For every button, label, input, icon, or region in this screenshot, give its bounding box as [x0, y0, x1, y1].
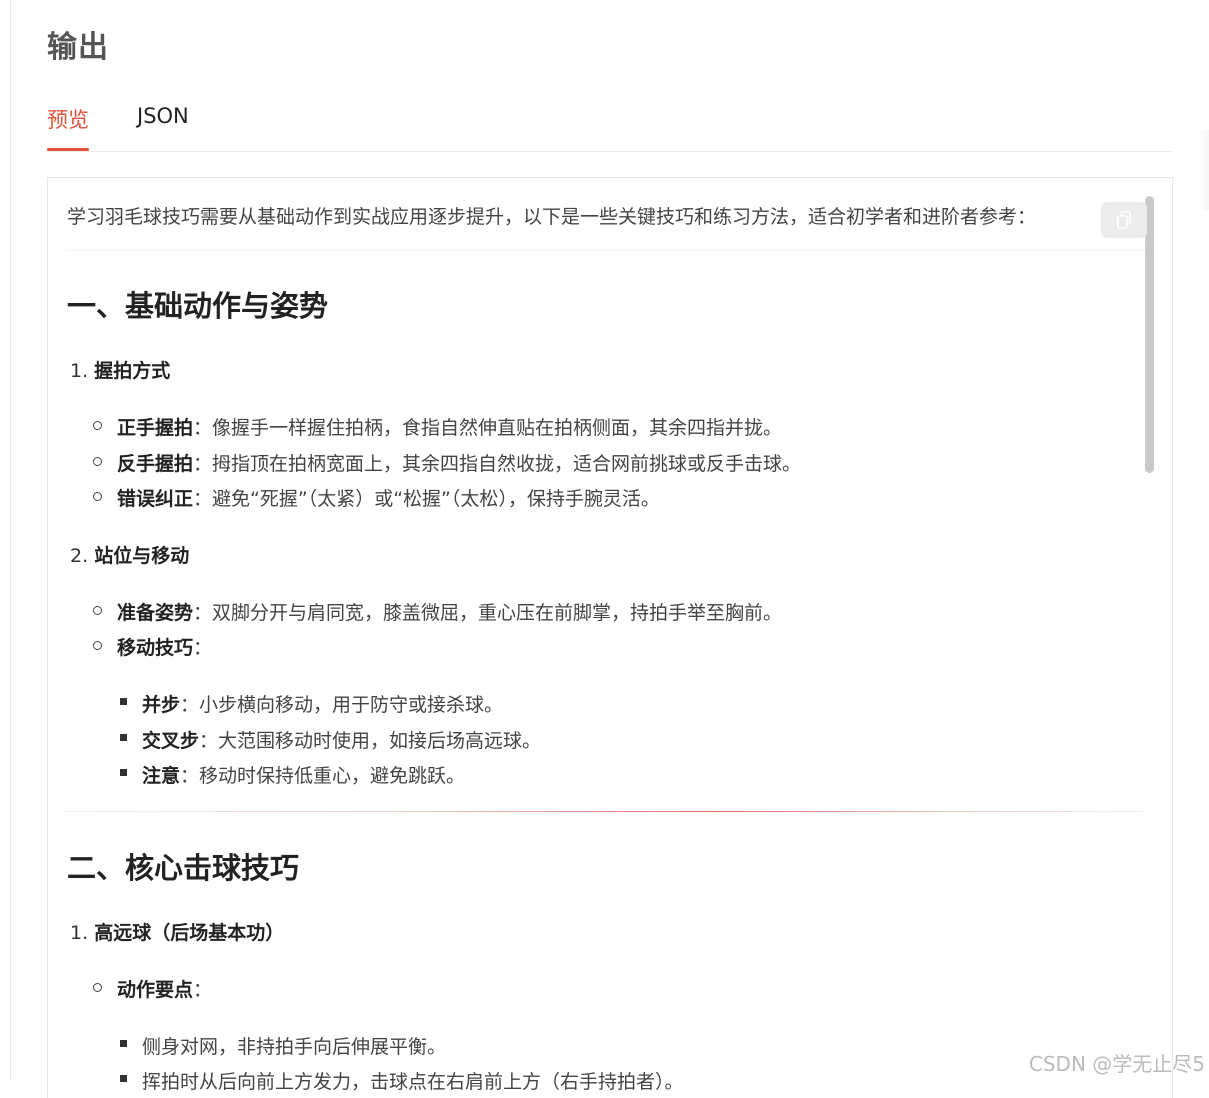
list-item: 准备姿势：双脚分开与肩同宽，膝盖微屈，重心压在前脚掌，持拍手举至胸前。 [117, 598, 782, 625]
tab-preview[interactable]: 预览 [47, 104, 89, 151]
list-sep: ： [193, 637, 213, 659]
item-number: 1. [70, 360, 89, 382]
list-item: 正手握拍：像握手一样握住拍柄，食指自然伸直贴在拍柄侧面，其余四指并拢。 [117, 413, 782, 440]
scrollbar-thumb[interactable] [1145, 196, 1154, 473]
list-sep: ： [193, 979, 213, 1001]
bullet-square [120, 698, 127, 705]
list-sep: ： [180, 694, 200, 716]
list-text: 避免“死握”（太紧）或“松握”（太松），保持手腕灵活。 [212, 488, 660, 510]
item-title: 站位与移动 [94, 545, 190, 567]
numbered-item: 2. 站位与移动 [70, 541, 189, 568]
sub-list-item: 并步：小步横向移动，用于防守或接杀球。 [142, 690, 503, 717]
section-divider [66, 811, 1146, 812]
list-term: 移动技巧 [117, 637, 194, 659]
list-item: 反手握拍：拇指顶在拍柄宽面上，其余四指自然收拢，适合网前挑球或反手击球。 [117, 449, 801, 476]
bullet-square [120, 769, 127, 776]
side-handle[interactable] [1199, 130, 1209, 210]
panel-left-border [10, 0, 11, 1081]
copy-icon [1117, 211, 1131, 229]
list-item: 移动技巧： [117, 633, 212, 660]
list-sep: ： [193, 602, 213, 624]
list-term: 正手握拍 [117, 417, 194, 439]
list-term: 错误纠正 [117, 488, 194, 510]
list-term: 交叉步 [142, 730, 200, 752]
list-sep: ： [193, 453, 213, 475]
list-item: 动作要点： [117, 975, 212, 1002]
list-text: 大范围移动时使用，如接后场高远球。 [218, 730, 542, 752]
bullet-circle [93, 641, 102, 650]
intro-text: 学习羽毛球技巧需要从基础动作到实战应用逐步提升，以下是一些关键技巧和练习方法，适… [67, 206, 1037, 228]
list-term: 准备姿势 [117, 602, 194, 624]
watermark: CSDN @学无止尽5 [1028, 1052, 1205, 1076]
bullet-square [120, 734, 127, 741]
numbered-item: 1. 握拍方式 [70, 356, 170, 383]
list-sep: ： [193, 488, 213, 510]
section-heading-2: 二、核心击球技巧 [67, 851, 300, 885]
bullet-circle [93, 492, 102, 501]
sub-list-item: 侧身对网，非持拍手向后伸展平衡。 [142, 1036, 447, 1058]
list-term: 动作要点 [117, 979, 194, 1001]
list-item: 错误纠正：避免“死握”（太紧）或“松握”（太松），保持手腕灵活。 [117, 484, 660, 511]
list-sep: ： [199, 730, 219, 752]
sub-list-item: 交叉步：大范围移动时使用，如接后场高远球。 [142, 726, 541, 753]
item-title: 握拍方式 [94, 360, 171, 382]
output-tabs: 预览 JSON [47, 100, 1172, 152]
sub-list-item: 注意：移动时保持低重心，避免跳跃。 [142, 761, 465, 788]
bullet-circle [93, 457, 102, 466]
list-text: 双脚分开与肩同宽，膝盖微屈，重心压在前脚掌，持拍手举至胸前。 [212, 602, 783, 624]
list-text: 移动时保持低重心，避免跳跃。 [199, 765, 466, 787]
list-term: 注意 [142, 765, 181, 787]
bullet-circle [93, 606, 102, 615]
list-term: 反手握拍 [117, 453, 194, 475]
list-sep: ： [193, 417, 213, 439]
bullet-square [120, 1040, 127, 1047]
list-sep: ： [180, 765, 200, 787]
copy-button[interactable] [1101, 202, 1147, 238]
bullet-circle [93, 421, 102, 430]
item-number: 1. [70, 922, 89, 944]
page-title: 输出 [47, 30, 109, 65]
list-text: 像握手一样握住拍柄，食指自然伸直贴在拍柄侧面，其余四指并拢。 [212, 417, 783, 439]
list-term: 并步 [142, 694, 181, 716]
numbered-item: 1. 高远球（后场基本功） [70, 918, 284, 945]
list-text: 小步横向移动，用于防守或接杀球。 [199, 694, 504, 716]
item-number: 2. [70, 545, 89, 567]
tab-json[interactable]: JSON [137, 104, 189, 150]
preview-panel: 学习羽毛球技巧需要从基础动作到实战应用逐步提升，以下是一些关键技巧和练习方法，适… [47, 177, 1173, 1098]
section-heading-1: 一、基础动作与姿势 [67, 289, 329, 323]
list-text: 拇指顶在拍柄宽面上，其余四指自然收拢，适合网前挑球或反手击球。 [212, 453, 802, 475]
item-title: 高远球（后场基本功） [94, 922, 285, 944]
bullet-circle [93, 983, 102, 992]
divider [66, 250, 1146, 251]
